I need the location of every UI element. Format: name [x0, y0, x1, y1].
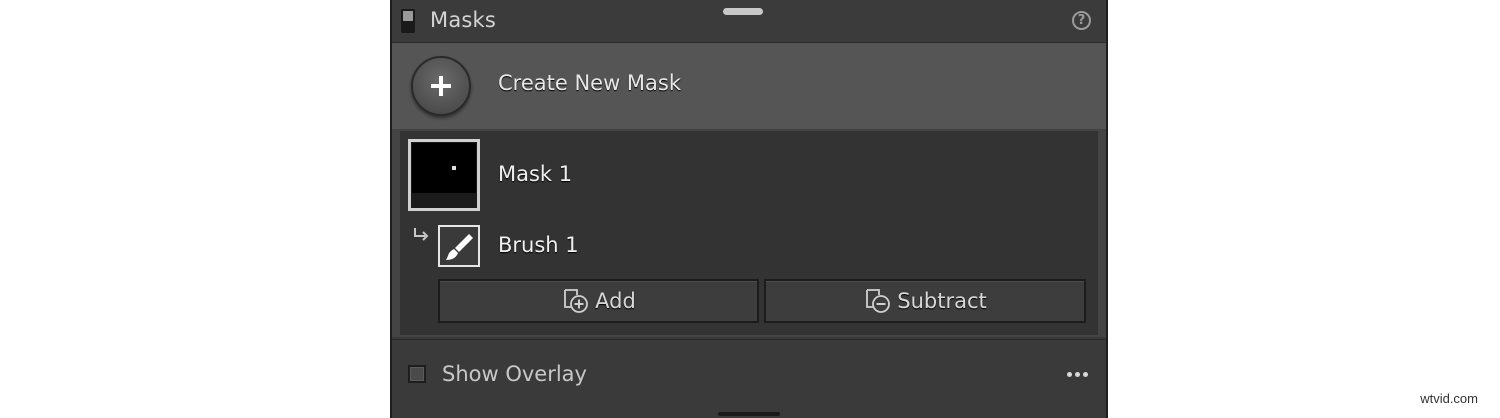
- subtract-button[interactable]: Subtract: [764, 279, 1086, 323]
- overlay-row: Show Overlay: [392, 339, 1106, 418]
- plus-icon: [431, 76, 451, 96]
- panel-title: Masks: [430, 8, 497, 32]
- show-overlay-checkbox[interactable]: [408, 365, 426, 383]
- more-dot: [1074, 371, 1080, 377]
- help-icon[interactable]: ?: [1072, 11, 1091, 30]
- mask-preview-dot: [452, 166, 456, 170]
- mask-item[interactable]: Mask 1 Brush 1 Add Subtract: [400, 131, 1098, 335]
- add-mask-icon: [564, 289, 589, 313]
- more-options-icon[interactable]: [1063, 364, 1091, 384]
- sub-item-arrow-icon: [414, 228, 429, 241]
- watermark: wtvid.com: [1420, 391, 1478, 406]
- mask-list: Mask 1 Brush 1 Add Subtract: [392, 129, 1106, 337]
- mask-preview-band: [412, 193, 476, 207]
- panel-collapse-toggle-icon[interactable]: [401, 9, 415, 33]
- panel-header: Masks ?: [392, 0, 1106, 43]
- mask-label[interactable]: Mask 1: [498, 162, 572, 186]
- show-overlay-label[interactable]: Show Overlay: [442, 362, 587, 386]
- more-dot: [1066, 371, 1072, 377]
- brush-icon: [446, 234, 473, 260]
- subtract-button-label: Subtract: [897, 289, 987, 313]
- masks-panel: Masks ? Create New Mask Mask 1 Brush 1 A…: [390, 0, 1108, 418]
- add-button-label: Add: [595, 289, 636, 313]
- create-new-mask-button[interactable]: [411, 56, 471, 116]
- drag-handle-icon[interactable]: [723, 8, 763, 15]
- more-dot: [1082, 371, 1088, 377]
- mask-preview: [411, 142, 477, 208]
- mask-thumbnail[interactable]: [408, 139, 480, 211]
- brush-label[interactable]: Brush 1: [498, 233, 579, 257]
- create-new-mask-row[interactable]: Create New Mask: [392, 43, 1106, 129]
- add-button[interactable]: Add: [438, 279, 759, 323]
- subtract-mask-icon: [866, 289, 891, 313]
- bottom-resize-handle-icon[interactable]: [718, 412, 780, 416]
- brush-thumbnail[interactable]: [438, 225, 480, 267]
- create-new-mask-label: Create New Mask: [498, 71, 682, 95]
